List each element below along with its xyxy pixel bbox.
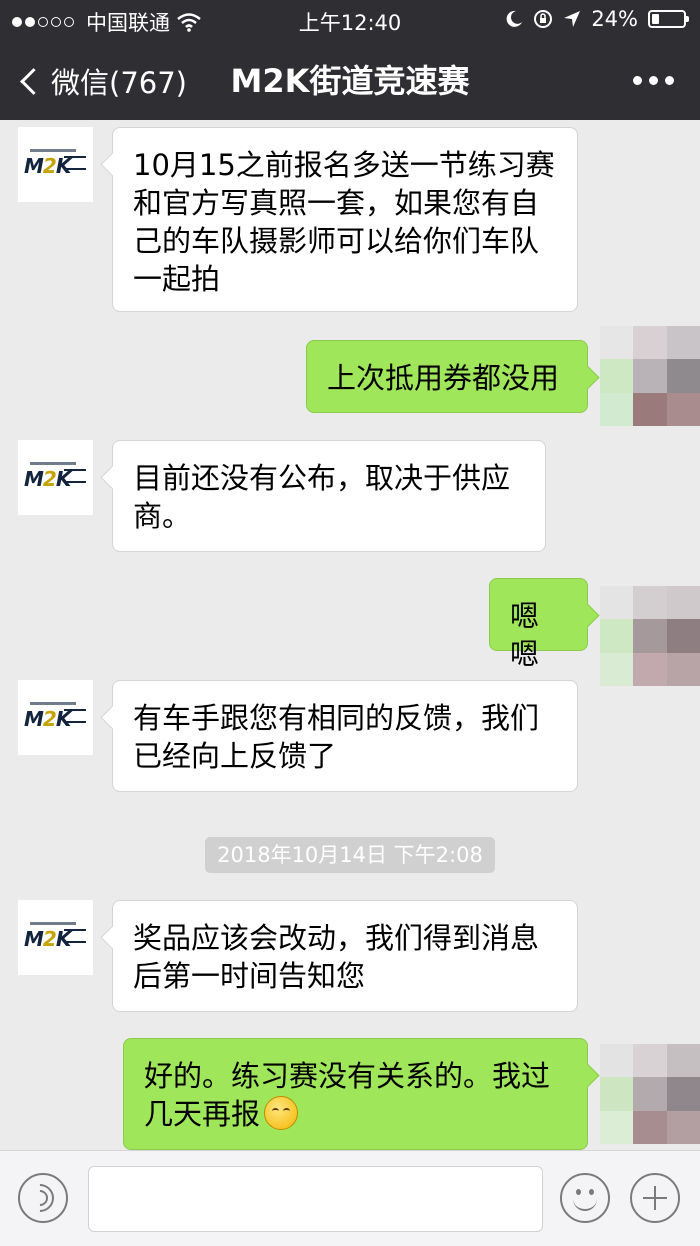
location-arrow-icon bbox=[564, 11, 581, 27]
chat-timestamp: 2018年10月14日 下午2:08 bbox=[205, 837, 495, 873]
message-input[interactable] bbox=[88, 1166, 543, 1232]
incoming-message-bubble[interactable]: 目前还没有公布，取决于供应商。 bbox=[112, 440, 546, 552]
contact-avatar[interactable]: M2K bbox=[18, 127, 93, 202]
m2k-logo-icon: M2K bbox=[24, 702, 86, 732]
incoming-message-bubble[interactable]: 有车手跟您有相同的反馈，我们已经向上反馈了 bbox=[112, 680, 578, 792]
outgoing-message-bubble[interactable]: 嗯嗯 bbox=[489, 578, 588, 671]
contact-avatar[interactable]: M2K bbox=[18, 440, 93, 515]
battery-percent: 24% bbox=[591, 7, 638, 31]
user-avatar[interactable] bbox=[600, 326, 700, 426]
incoming-message-bubble[interactable]: 10月15之前报名多送一节练习赛和官方写真照一套，如果您有自己的车队摄影师可以给… bbox=[112, 127, 578, 312]
message-text: 好的。练习赛没有关系的。我过几天再报 bbox=[144, 1059, 551, 1131]
emoji-button[interactable] bbox=[560, 1173, 610, 1223]
outgoing-message-bubble[interactable]: 上次抵用券都没用 bbox=[306, 340, 588, 413]
smiley-icon bbox=[576, 1189, 581, 1195]
m2k-logo-icon: M2K bbox=[24, 922, 86, 952]
status-right: 24% bbox=[505, 7, 689, 31]
contact-avatar[interactable]: M2K bbox=[18, 680, 93, 755]
more-options-button[interactable] bbox=[633, 76, 674, 85]
voice-input-button[interactable] bbox=[18, 1173, 68, 1223]
contact-avatar[interactable]: M2K bbox=[18, 900, 93, 975]
input-bar bbox=[0, 1150, 700, 1246]
battery-icon bbox=[648, 10, 689, 28]
user-avatar[interactable] bbox=[600, 586, 700, 686]
moon-icon bbox=[506, 10, 523, 27]
rotation-lock-icon bbox=[534, 10, 553, 28]
nav-bar: 微信(767) M2K街道竞速赛 bbox=[0, 50, 700, 110]
m2k-logo-icon: M2K bbox=[24, 462, 86, 492]
outgoing-message-bubble[interactable]: 好的。练习赛没有关系的。我过几天再报 bbox=[123, 1038, 588, 1150]
smirk-emoji-icon bbox=[264, 1096, 299, 1130]
more-plus-button[interactable] bbox=[630, 1173, 680, 1223]
chat-title: M2K街道竞速赛 bbox=[230, 62, 470, 100]
incoming-message-bubble[interactable]: 奖品应该会改动，我们得到消息后第一时间告知您 bbox=[112, 900, 578, 1012]
status-bar: 中国联通 上午12:40 24% bbox=[0, 0, 700, 40]
user-avatar[interactable] bbox=[600, 1044, 700, 1144]
top-bar: 中国联通 上午12:40 24% 微信(767) M2K街道竞速赛 bbox=[0, 0, 700, 120]
m2k-logo-icon: M2K bbox=[24, 149, 86, 179]
